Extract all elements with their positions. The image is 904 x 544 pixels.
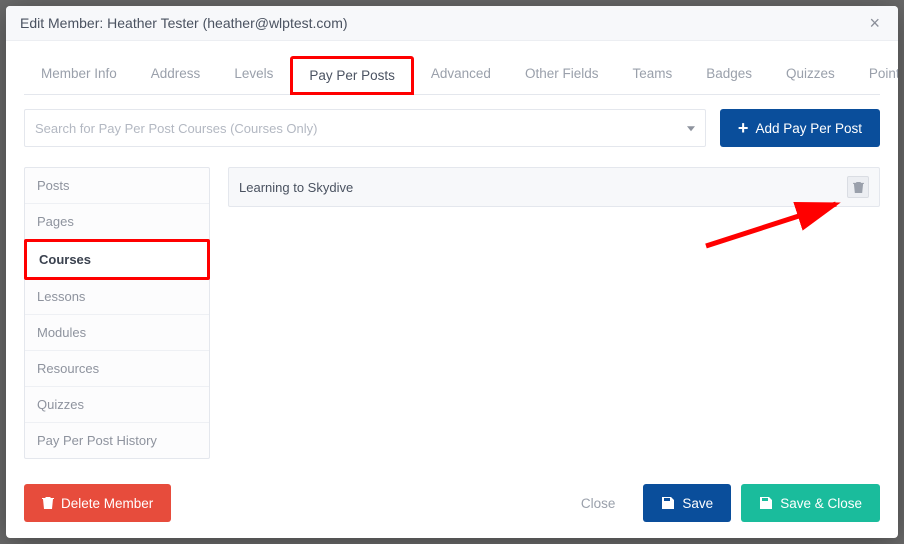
add-pay-per-post-button[interactable]: + Add Pay Per Post — [720, 109, 880, 147]
save-button-label: Save — [682, 496, 713, 511]
course-row: Learning to Skydive — [228, 167, 880, 207]
sidenav-item-pages[interactable]: Pages — [25, 204, 209, 240]
tab-address[interactable]: Address — [134, 56, 218, 95]
course-search-input[interactable] — [35, 121, 677, 136]
main-pane: Learning to Skydive — [228, 167, 880, 459]
trash-icon — [42, 496, 54, 510]
tab-badges[interactable]: Badges — [689, 56, 769, 95]
close-button-label: Close — [581, 496, 616, 511]
sidenav: Posts Pages Courses Lessons Modules Reso… — [24, 167, 210, 459]
save-close-button[interactable]: Save & Close — [741, 484, 880, 522]
trash-icon — [853, 181, 864, 194]
modal-title: Edit Member: Heather Tester (heather@wlp… — [20, 15, 348, 31]
close-button[interactable]: Close — [563, 484, 634, 522]
tab-quizzes[interactable]: Quizzes — [769, 56, 852, 95]
sidenav-item-lessons[interactable]: Lessons — [25, 279, 209, 315]
tabs: Member Info Address Levels Pay Per Posts… — [24, 55, 880, 95]
delete-course-button[interactable] — [847, 176, 869, 198]
modal-header: Edit Member: Heather Tester (heather@wlp… — [6, 6, 898, 41]
tab-teams[interactable]: Teams — [615, 56, 689, 95]
tab-pay-per-posts[interactable]: Pay Per Posts — [290, 56, 414, 95]
tab-levels[interactable]: Levels — [217, 56, 290, 95]
tab-points[interactable]: Points — [852, 56, 898, 95]
footer-right: Close Save Save & Close — [563, 484, 880, 522]
sidenav-item-ppp-history[interactable]: Pay Per Post History — [25, 423, 209, 458]
modal-body: Member Info Address Levels Pay Per Posts… — [6, 41, 898, 472]
chevron-down-icon — [687, 126, 695, 131]
tab-advanced[interactable]: Advanced — [414, 56, 508, 95]
sidenav-item-courses[interactable]: Courses — [24, 239, 210, 280]
content-row: Posts Pages Courses Lessons Modules Reso… — [24, 167, 880, 459]
tab-member-info[interactable]: Member Info — [24, 56, 134, 95]
search-row: + Add Pay Per Post — [24, 109, 880, 147]
edit-member-modal: Edit Member: Heather Tester (heather@wlp… — [6, 6, 898, 538]
delete-member-label: Delete Member — [61, 496, 153, 511]
sidenav-item-resources[interactable]: Resources — [25, 351, 209, 387]
close-icon[interactable]: × — [865, 14, 884, 32]
plus-icon: + — [738, 118, 749, 139]
save-icon — [759, 496, 773, 510]
sidenav-item-posts[interactable]: Posts — [25, 168, 209, 204]
modal-footer: Delete Member Close Save Save & Close — [6, 472, 898, 538]
save-button[interactable]: Save — [643, 484, 731, 522]
sidenav-item-modules[interactable]: Modules — [25, 315, 209, 351]
save-icon — [661, 496, 675, 510]
course-title: Learning to Skydive — [239, 180, 353, 195]
tab-other-fields[interactable]: Other Fields — [508, 56, 616, 95]
add-button-label: Add Pay Per Post — [755, 121, 862, 136]
save-close-button-label: Save & Close — [780, 496, 862, 511]
sidenav-item-quizzes[interactable]: Quizzes — [25, 387, 209, 423]
delete-member-button[interactable]: Delete Member — [24, 484, 171, 522]
course-search-dropdown[interactable] — [24, 109, 706, 147]
